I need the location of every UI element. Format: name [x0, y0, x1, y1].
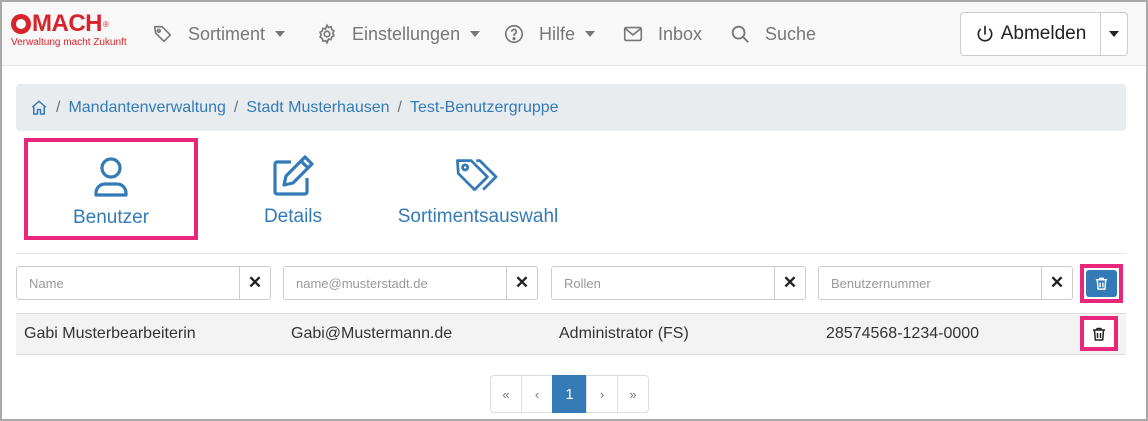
gear-icon [319, 23, 335, 45]
nav-sortiment[interactable]: Sortiment [152, 2, 286, 66]
logout-button[interactable]: Abmelden [960, 12, 1101, 56]
breadcrumb-item-stadt[interactable]: Stadt Musterhausen [246, 99, 389, 117]
chevron-down-icon [1109, 31, 1119, 37]
filter-email-input[interactable] [283, 266, 507, 300]
filter-benutzernummer: ✕ [818, 266, 1073, 300]
logout-dropdown-toggle[interactable] [1101, 12, 1128, 56]
breadcrumb: / Mandantenverwaltung / Stadt Musterhaus… [16, 84, 1126, 131]
tab-sortimentsauswahl[interactable]: Sortimentsauswahl [385, 138, 571, 240]
logo-mark: MACH ® [11, 12, 131, 36]
nav-suche[interactable]: Suche [729, 2, 816, 66]
filter-benutzernummer-clear-button[interactable]: ✕ [1042, 266, 1073, 300]
filter-rollen: ✕ [551, 266, 806, 300]
page-current-button[interactable]: 1 [552, 375, 587, 413]
row-email: Gabi@Mustermann.de [291, 325, 453, 342]
chevron-down-icon [470, 31, 481, 37]
row-benutzernummer: 28574568-1234-0000 [826, 325, 980, 342]
breadcrumb-separator: / [233, 98, 239, 116]
logout-button-group: Abmelden [960, 12, 1128, 56]
tab-details[interactable]: Details [238, 138, 348, 240]
tab-sortimentsauswahl-label: Sortimentsauswahl [397, 206, 559, 227]
tab-benutzer-label: Benutzer [72, 207, 150, 228]
logo-registered: ® [103, 19, 109, 29]
breadcrumb-item-mandantenverwaltung[interactable]: Mandantenverwaltung [68, 99, 225, 117]
nav-einstellungen[interactable]: Einstellungen [316, 2, 481, 66]
breadcrumb-separator: / [397, 98, 402, 116]
filter-email: ✕ [283, 266, 538, 300]
filter-benutzernummer-input[interactable] [818, 266, 1042, 300]
nav-inbox-label: Inbox [658, 23, 703, 44]
top-navbar: MACH ® Verwaltung macht Zukunft Sortimen… [2, 2, 1146, 66]
filter-rollen-input[interactable] [551, 266, 775, 300]
user-icon [94, 157, 128, 197]
logout-label: Abmelden [1000, 23, 1087, 44]
envelope-icon [623, 26, 643, 42]
logo-tagline: Verwaltung macht Zukunft [11, 37, 127, 48]
tags-icon [153, 25, 172, 43]
pagination: « ‹ 1 › » [490, 375, 649, 413]
tabs-divider [16, 253, 1126, 254]
question-circle-icon [504, 24, 524, 44]
nav-hilfe-label: Hilfe [539, 23, 576, 44]
nav-suche-label: Suche [765, 23, 817, 44]
tags-icon [456, 159, 498, 192]
edit-icon [273, 155, 314, 196]
page-first-button[interactable]: « [490, 375, 522, 413]
tab-benutzer[interactable]: Benutzer [24, 138, 198, 240]
chevron-down-icon [585, 31, 596, 37]
delete-row-button[interactable] [1080, 316, 1118, 351]
nav-hilfe[interactable]: Hilfe [503, 2, 596, 66]
filter-name-clear-button[interactable]: ✕ [240, 266, 271, 300]
home-icon[interactable] [30, 99, 48, 117]
row-name: Gabi Musterbearbeiterin [24, 325, 196, 342]
delete-all-highlight [1080, 264, 1123, 303]
page-last-button[interactable]: » [617, 375, 649, 413]
logo-circle-icon [11, 14, 31, 34]
breadcrumb-item-benutzergruppe[interactable]: Test-Benutzergruppe [410, 99, 559, 117]
row-rolle: Administrator (FS) [559, 325, 689, 342]
filter-name: ✕ [16, 266, 271, 300]
mach-logo[interactable]: MACH ® Verwaltung macht Zukunft [11, 12, 131, 56]
filter-email-clear-button[interactable]: ✕ [507, 266, 538, 300]
breadcrumb-separator: / [56, 98, 61, 116]
nav-einstellungen-label: Einstellungen [352, 23, 461, 44]
power-icon [977, 25, 993, 42]
filter-rollen-clear-button[interactable]: ✕ [775, 266, 806, 300]
search-icon [731, 25, 749, 43]
nav-inbox[interactable]: Inbox [622, 2, 702, 66]
table-row[interactable]: Gabi Musterbearbeiterin Gabi@Mustermann.… [16, 313, 1126, 355]
logo-text: MACH [32, 10, 103, 37]
nav-sortiment-label: Sortiment [188, 23, 266, 44]
trash-icon [1095, 277, 1108, 290]
filter-name-input[interactable] [16, 266, 240, 300]
page-prev-button[interactable]: ‹ [521, 375, 553, 413]
trash-icon [1093, 327, 1105, 341]
delete-all-button[interactable] [1086, 270, 1117, 297]
chevron-down-icon [275, 31, 286, 37]
tab-details-label: Details [263, 206, 323, 227]
page-next-button[interactable]: › [586, 375, 618, 413]
